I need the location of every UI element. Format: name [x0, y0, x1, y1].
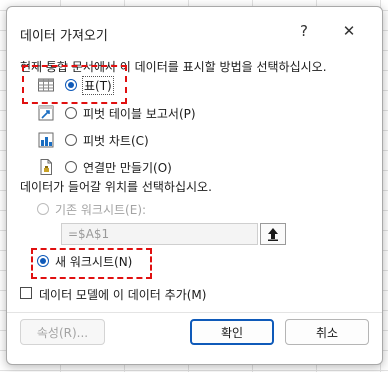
data-model-checkbox[interactable] [20, 287, 32, 299]
location-prompt: 데이터가 들어갈 위치를 선택하십시오. [20, 180, 212, 194]
dialog-title: 데이터 가져오기 [20, 29, 108, 44]
pivot-table-radio[interactable] [65, 107, 77, 119]
import-data-dialog: 데이터 가져오기 ? ✕ 현재 통합 문서에서 이 데이터를 표시할 방법을 선… [6, 6, 383, 365]
connection-only-label: 연결만 만들기(O) [83, 160, 172, 175]
pivot-chart-label: 피벗 차트(C) [83, 133, 149, 148]
option-pivot-chart[interactable]: 피벗 차트(C) [37, 130, 149, 150]
cancel-button[interactable]: 취소 [285, 319, 369, 345]
footer-divider [7, 312, 382, 313]
pivot-chart-radio[interactable] [65, 134, 77, 146]
connection-only-radio[interactable] [65, 161, 77, 173]
range-picker-button[interactable] [260, 223, 286, 245]
pivot-table-label: 피벗 테이블 보고서(P) [83, 106, 196, 121]
range-reference-input[interactable]: =$A$1 [61, 223, 258, 245]
option-connection-only[interactable]: 연결만 만들기(O) [37, 157, 172, 177]
existing-worksheet-label: 기존 워크시트(E): [55, 202, 147, 217]
close-button[interactable]: ✕ [335, 17, 363, 45]
collapse-arrow-icon [268, 228, 278, 241]
option-pivot-table[interactable]: 피벗 테이블 보고서(P) [37, 103, 196, 123]
properties-button[interactable]: 속성(R)... [20, 319, 105, 345]
pivot-chart-icon [37, 131, 55, 149]
ok-button[interactable]: 확인 [190, 319, 274, 345]
data-model-label: 데이터 모델에 이 데이터 추가(M) [39, 288, 207, 302]
existing-worksheet-radio[interactable] [37, 203, 49, 215]
highlight-new-worksheet [31, 248, 152, 279]
connection-only-icon [37, 158, 55, 176]
option-existing-worksheet[interactable]: 기존 워크시트(E): [37, 199, 146, 219]
highlight-table-option [22, 65, 127, 104]
help-button[interactable]: ? [290, 17, 318, 45]
pivot-table-icon [37, 104, 55, 122]
